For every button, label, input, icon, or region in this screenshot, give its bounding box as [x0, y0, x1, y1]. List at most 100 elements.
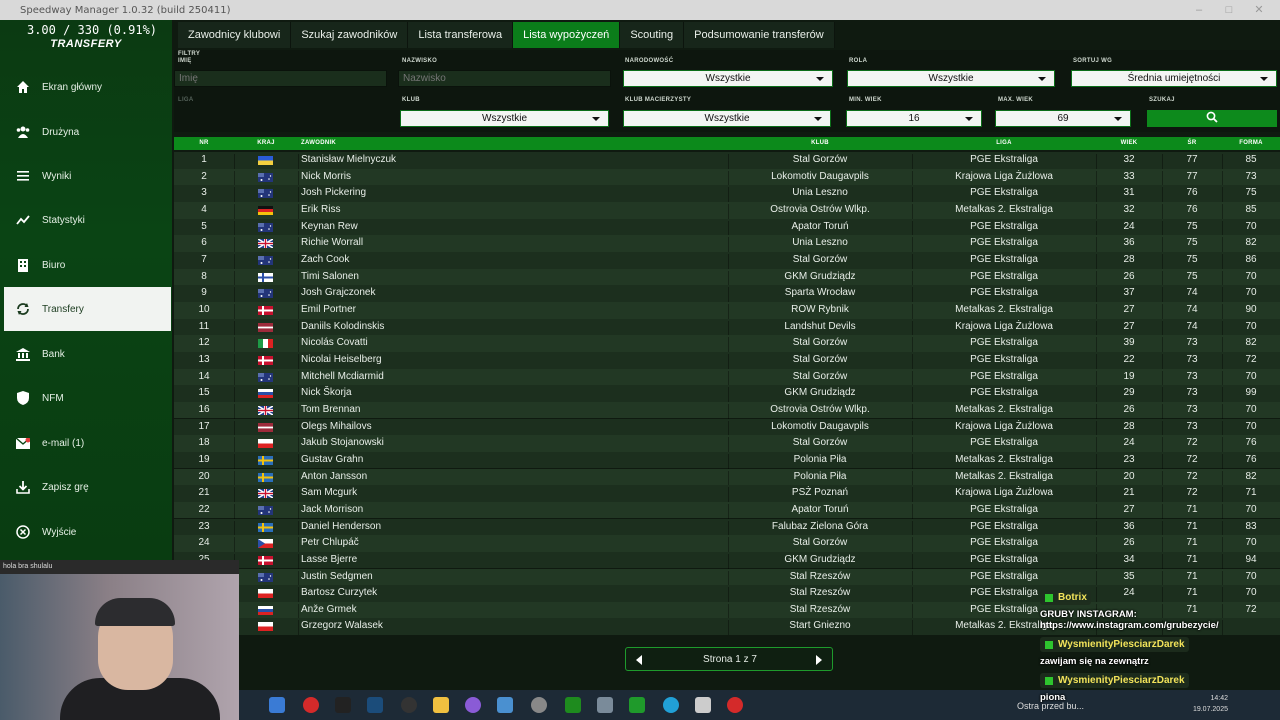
table-row[interactable]: 21 Sam Mcgurk PSŻ Poznań Krajowa Liga Żużlo… [174, 485, 1280, 504]
table-row[interactable]: 22 Jack Morrison Apator Toruń PGE Ekstralig… [174, 501, 1280, 521]
vivaldi-icon[interactable] [727, 697, 743, 713]
header-player[interactable]: ZAWODNIK [301, 140, 336, 146]
epic-games-icon[interactable] [335, 697, 351, 713]
vivaldi-icon[interactable] [303, 697, 319, 713]
table-row[interactable]: 19 Gustav Grahn Polonia Piła Metalkas 2. Ek… [174, 451, 1280, 471]
row-number: 5 [201, 220, 207, 232]
max-age-select[interactable]: 69 [995, 110, 1131, 127]
table-row[interactable]: 2 Nick Morris Lokomotiv Daugavpils Krajowa … [174, 168, 1280, 188]
player-average: 71 [1186, 503, 1198, 515]
table-row[interactable]: 13 Nicolai Heiselberg Stal Gorzów PGE Ekstr… [174, 351, 1280, 371]
table-row[interactable]: 14 Mitchell Mcdiarmid Stal Gorzów PGE Ekstr… [174, 368, 1280, 388]
country-flag-icon [258, 372, 273, 382]
header-form[interactable]: FORMA [1222, 140, 1280, 146]
role-select[interactable]: Wszystkie [847, 70, 1055, 87]
table-row[interactable]: 8 Timi Salonen GKM Grudziądz PGE Ekstraliga… [174, 268, 1280, 288]
surname-input[interactable] [398, 70, 611, 87]
tab-search-players[interactable]: Szukaj zawodników [291, 22, 409, 48]
table-row[interactable]: 4 Erik Riss Ostrovia Ostrów Wlkp. Metalkas … [174, 201, 1280, 221]
player-name: Richie Worrall [301, 237, 364, 249]
team-icon [4, 126, 42, 138]
sidebar-item-team[interactable]: Drużyna [4, 110, 171, 154]
minimize-icon[interactable]: – [1184, 0, 1214, 20]
sidebar-item-results[interactable]: Wyniki [4, 154, 171, 198]
name-input[interactable] [174, 70, 387, 87]
game-app-icon[interactable] [629, 697, 645, 713]
table-row[interactable]: 15 Nick Škorja GKM Grudziądz PGE Ekstraliga… [174, 385, 1280, 404]
pagination: Strona 1 z 7 [625, 647, 833, 671]
table-row[interactable]: 20 Anton Jansson Polonia Piła Metalkas 2. E… [174, 468, 1280, 488]
steam-icon[interactable] [367, 697, 383, 713]
sidebar-item-transfers[interactable]: Transfery [4, 287, 171, 331]
gear-icon[interactable] [695, 697, 711, 713]
player-form: 72 [1245, 353, 1257, 365]
table-row[interactable]: 24 Petr Chlupáč Stal Gorzów PGE Ekstraliga 2… [174, 535, 1280, 554]
player-club: Ostrovia Ostrów Wlkp. [770, 203, 870, 215]
table-row[interactable]: 26Justin SedgmenStal RzeszówPGE Ekstrali… [174, 568, 1280, 588]
sidebar-item-office[interactable]: Biuro [4, 243, 171, 287]
min-age-select[interactable]: 16 [846, 110, 982, 127]
explorer-icon[interactable] [433, 697, 449, 713]
discord-icon[interactable] [465, 697, 481, 713]
chat-text: piona [1040, 692, 1066, 703]
header-country[interactable]: KRAJ [234, 140, 298, 146]
sidebar-item-save[interactable]: Zapisz grę [4, 465, 171, 509]
row-number: 16 [198, 403, 210, 415]
table-row[interactable]: 12 Nicolás Covatti Stal Gorzów PGE Ekstrali… [174, 335, 1280, 354]
table-row[interactable]: 10 Emil Portner ROW Rybnik Metalkas 2. Ekst… [174, 301, 1280, 321]
tab-transfer-summary[interactable]: Podsumowanie transferów [684, 22, 835, 48]
table-row[interactable]: 9 Josh Grajczonek Sparta Wrocław PGE Ekstra… [174, 285, 1280, 304]
sidebar-item-email[interactable]: e-mail (1) [4, 421, 171, 465]
player-average: 77 [1186, 170, 1198, 182]
table-row[interactable]: 7 Zach Cook Stal Gorzów PGE Ekstraliga 28 75 8… [174, 251, 1280, 271]
search-button[interactable] [1147, 110, 1277, 127]
header-league[interactable]: LIGA [912, 140, 1096, 146]
tab-scouting[interactable]: Scouting [620, 22, 685, 48]
sidebar-item-stats[interactable]: Statystyki [4, 198, 171, 242]
player-average: 72 [1186, 487, 1198, 499]
header-nr[interactable]: NR [174, 140, 234, 146]
table-row[interactable]: 16 Tom Brennan Ostrovia Ostrów Wlkp. Metalk… [174, 401, 1280, 421]
table-row[interactable]: 18 Jakub Stojanowski Stal Gorzów PGE Ekstra… [174, 435, 1280, 454]
table-row[interactable]: 3 Josh Pickering Unia Leszno PGE Ekstraliga… [174, 185, 1280, 204]
maximize-icon[interactable]: □ [1214, 0, 1244, 20]
club-select[interactable]: Wszystkie [400, 110, 609, 127]
header-age[interactable]: WIEK [1096, 140, 1162, 146]
next-page-icon[interactable] [816, 655, 822, 665]
sidebar-item-home[interactable]: Ekran główny [4, 65, 171, 109]
sidebar-item-nfm[interactable]: NFM [4, 376, 171, 420]
player-age: 39 [1123, 337, 1135, 349]
sidebar-item-bank[interactable]: Bank [4, 332, 171, 376]
app-icon[interactable] [497, 697, 513, 713]
country-flag-icon [258, 305, 273, 315]
parent-club-select[interactable]: Wszystkie [623, 110, 831, 127]
app-icon[interactable] [597, 697, 613, 713]
prev-page-icon[interactable] [636, 655, 642, 665]
table-row[interactable]: 23 Daniel Henderson Falubaz Zielona Góra PG… [174, 518, 1280, 538]
app-icon[interactable] [531, 697, 547, 713]
tab-transfer-list[interactable]: Lista transferowa [408, 22, 514, 48]
sidebar-item-exit[interactable]: Wyjście [4, 510, 171, 554]
chrome-icon[interactable] [663, 697, 679, 713]
sidebar-item-label: e-mail (1) [42, 437, 85, 449]
tab-club-players[interactable]: Zawodnicy klubowi [178, 22, 292, 48]
folder-app-icon[interactable] [269, 697, 285, 713]
table-row[interactable]: 25Lasse BjerreGKM GrudziądzPGE Ekstralig… [174, 551, 1280, 571]
table-row[interactable]: 5 Keynan Rew Apator Toruń PGE Ekstraliga 24 7… [174, 218, 1280, 238]
close-icon[interactable]: ✕ [1244, 0, 1274, 20]
table-row[interactable]: 1 Stanisław Mielnyczuk Stal Gorzów PGE Ekst… [174, 152, 1280, 171]
table-row[interactable]: 6 Richie Worrall Unia Leszno PGE Ekstraliga… [174, 235, 1280, 254]
league-label: LIGA [178, 97, 194, 103]
tab-loan-list[interactable]: Lista wypożyczeń [513, 22, 621, 48]
obs-icon[interactable] [401, 697, 417, 713]
header-club[interactable]: KLUB [728, 140, 912, 146]
player-form: 82 [1245, 237, 1257, 249]
sort-select[interactable]: Średnia umiejętności [1071, 70, 1277, 87]
row-number: 20 [198, 470, 210, 482]
header-avg[interactable]: ŚR [1162, 140, 1222, 146]
player-age: 22 [1123, 353, 1135, 365]
nationality-select[interactable]: Wszystkie [623, 70, 833, 87]
xbox-icon[interactable] [565, 697, 581, 713]
table-row[interactable]: 11 Daniils Kolodinskis Landshut Devils Kraj… [174, 318, 1280, 338]
table-row[interactable]: 17 Olegs Mihailovs Lokomotiv Daugavpils Kra… [174, 418, 1280, 438]
